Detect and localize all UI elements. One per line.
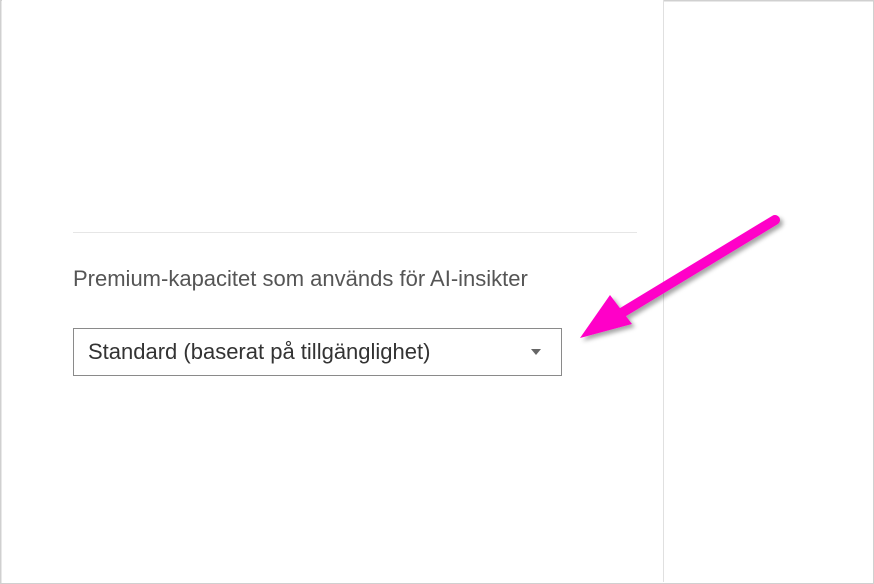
section-divider <box>73 232 637 233</box>
chevron-down-icon <box>531 349 541 355</box>
main-content-panel: Premium-kapacitet som används för AI-ins… <box>2 0 664 582</box>
premium-capacity-dropdown[interactable]: Standard (baserat på tillgänglighet) <box>73 328 562 376</box>
dropdown-selected-value: Standard (baserat på tillgänglighet) <box>88 339 561 365</box>
premium-capacity-label: Premium-kapacitet som används för AI-ins… <box>73 266 528 292</box>
